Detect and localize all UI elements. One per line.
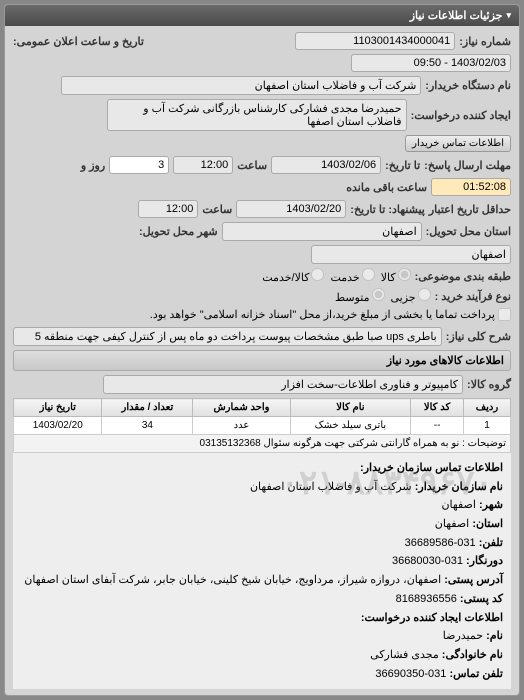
cell-row: 1 bbox=[463, 417, 510, 435]
org-name: شرکت آب و فاضلاب استان اصفهان bbox=[250, 481, 412, 493]
rb-goods-service[interactable]: کالا/خدمت bbox=[262, 268, 324, 284]
purchase-note: پرداخت تماما یا بخشی از مبلغ خرید،از محل… bbox=[150, 308, 495, 321]
remain-label: ساعت باقی مانده bbox=[346, 181, 427, 194]
contact-city: اصفهان bbox=[441, 499, 475, 511]
name-label: نام: bbox=[486, 630, 503, 642]
rb-minor[interactable]: جزیی bbox=[391, 288, 431, 304]
th-row: ردیف bbox=[463, 399, 510, 417]
contact-phone-label: تلفن: bbox=[479, 537, 503, 549]
group-label: گروه کالا: bbox=[467, 378, 511, 391]
validity-time-field: 12:00 bbox=[138, 200, 198, 218]
requester-label: ایجاد کننده درخواست: bbox=[411, 109, 511, 122]
validity-from-label: حداقل تاریخ اعتبار bbox=[429, 203, 511, 216]
cell-qty: 34 bbox=[102, 417, 193, 435]
contact-postcode: 8168936556 bbox=[396, 593, 457, 605]
table-footer-row: توضیحات : نو به همراه گارانتی شرکتی جهت … bbox=[14, 435, 511, 453]
req-no-field: 1103001434000041 bbox=[295, 32, 455, 50]
footer-text: نو به همراه گارانتی شرکتی جهت هرگونه سئو… bbox=[200, 438, 460, 449]
announce-field: 1403/02/03 - 09:50 bbox=[351, 54, 511, 72]
days-label: روز و bbox=[81, 159, 105, 172]
family-label: نام خانوادگی: bbox=[442, 649, 503, 661]
rb-goods[interactable]: کالا bbox=[381, 268, 411, 284]
rb-service[interactable]: خدمت bbox=[330, 268, 374, 284]
delivery-city-label: شهر محل تحویل: bbox=[139, 225, 218, 238]
th-unit: واحد شمارش bbox=[193, 399, 290, 417]
items-section-title: اطلاعات کالاهای مورد نیاز bbox=[13, 350, 511, 371]
footer-label: توضیحات : bbox=[462, 438, 506, 449]
remain-field: 01:52:08 bbox=[431, 178, 511, 196]
cell-unit: عدد bbox=[193, 417, 290, 435]
table-header-row: ردیف کد کالا نام کالا واحد شمارش تعداد /… bbox=[14, 399, 511, 417]
validity-date-field: 1403/02/20 bbox=[236, 200, 346, 218]
contact-province-label: استان: bbox=[472, 518, 503, 530]
contact-fax: 031-36680030 bbox=[392, 555, 463, 567]
contact-postcode-label: کد پستی: bbox=[460, 593, 503, 605]
delivery-state-label: استان محل تحویل: bbox=[426, 225, 511, 238]
subject-type-label: طبقه بندی موضوعی: bbox=[415, 270, 511, 283]
deadline-time-field: 12:00 bbox=[173, 156, 233, 174]
contact-name: حمیدرضا bbox=[443, 630, 483, 642]
rb-medium[interactable]: متوسط bbox=[335, 288, 385, 304]
need-title-label: شرح کلی نیاز: bbox=[446, 330, 511, 343]
need-title-field: باطری ups صبا طبق مشخصات پیوست پرداخت دو… bbox=[13, 327, 442, 346]
th-qty: تعداد / مقدار bbox=[102, 399, 193, 417]
purchase-note-check[interactable]: پرداخت تماما یا بخشی از مبلغ خرید،از محل… bbox=[150, 308, 511, 321]
purchase-type-label: نوع فرآیند خرید : bbox=[435, 290, 511, 303]
contact-block: ۰۲۱-۸۸۳۴۹۶۷۰ اطلاعات تماس سازمان خریدار:… bbox=[13, 453, 511, 689]
table-row[interactable]: 1 -- باتری سیلد خشک عدد 34 1403/02/20 bbox=[14, 417, 511, 435]
deadline-label: مهلت ارسال پاسخ: bbox=[424, 159, 511, 172]
th-code: کد کالا bbox=[411, 399, 464, 417]
contact-phone: 031-36689586 bbox=[405, 537, 476, 549]
buyer-org-label: نام دستگاه خریدار: bbox=[425, 79, 511, 92]
cell-code: -- bbox=[411, 417, 464, 435]
org-name-label: نام سازمان خریدار: bbox=[415, 481, 503, 493]
contact-fax-label: دورنگار: bbox=[466, 555, 503, 567]
days-field: 3 bbox=[109, 156, 169, 174]
cell-date: 1403/02/20 bbox=[14, 417, 102, 435]
delivery-state-field: اصفهان bbox=[222, 222, 422, 241]
panel-header[interactable]: ▾ جزئیات اطلاعات نیاز bbox=[5, 5, 519, 26]
buyer-org-field: شرکت آب و فاضلاب استان اصفهان bbox=[61, 76, 421, 95]
contact-req-phone: 031-36690350 bbox=[375, 668, 446, 680]
panel-body: شماره نیاز: 1103001434000041 تاریخ و ساع… bbox=[5, 26, 519, 695]
time-label-1: ساعت bbox=[237, 159, 267, 172]
contact-family: مجدی فشارکی bbox=[370, 649, 439, 661]
cell-name: باتری سیلد خشک bbox=[290, 417, 411, 435]
req-phone-label: تلفن تماس: bbox=[449, 668, 503, 680]
th-name: نام کالا bbox=[290, 399, 411, 417]
time-label-2: ساعت bbox=[202, 203, 232, 216]
collapse-icon: ▾ bbox=[506, 10, 511, 21]
panel-title: جزئیات اطلاعات نیاز bbox=[410, 9, 503, 22]
deadline-to-label: تا تاریخ: bbox=[385, 159, 420, 172]
contact-city-label: شهر: bbox=[479, 499, 503, 511]
buyer-contact-button[interactable]: اطلاعات تماس خریدار bbox=[405, 135, 511, 152]
details-panel: ▾ جزئیات اطلاعات نیاز شماره نیاز: 110300… bbox=[4, 4, 520, 696]
contact-province: اصفهان bbox=[435, 518, 469, 530]
validity-to-label: پیشنهاد: تا تاریخ: bbox=[350, 203, 425, 216]
requester-field: حمیدرضا مجدی فشارکی کارشناس بازرگانی شرک… bbox=[107, 99, 407, 131]
deadline-date-field: 1403/02/06 bbox=[271, 156, 381, 174]
delivery-city-field: اصفهان bbox=[311, 245, 511, 264]
announce-label: تاریخ و ساعت اعلان عمومی: bbox=[13, 35, 144, 48]
requester-section: اطلاعات ایجاد کننده درخواست: bbox=[361, 612, 503, 624]
req-no-label: شماره نیاز: bbox=[459, 35, 511, 48]
items-table: ردیف کد کالا نام کالا واحد شمارش تعداد /… bbox=[13, 398, 511, 453]
th-date: تاریخ نیاز bbox=[14, 399, 102, 417]
contact-section: اطلاعات تماس سازمان خریدار: bbox=[360, 462, 503, 474]
group-field: کامپیوتر و فناوری اطلاعات-سخت افزار bbox=[103, 375, 463, 394]
